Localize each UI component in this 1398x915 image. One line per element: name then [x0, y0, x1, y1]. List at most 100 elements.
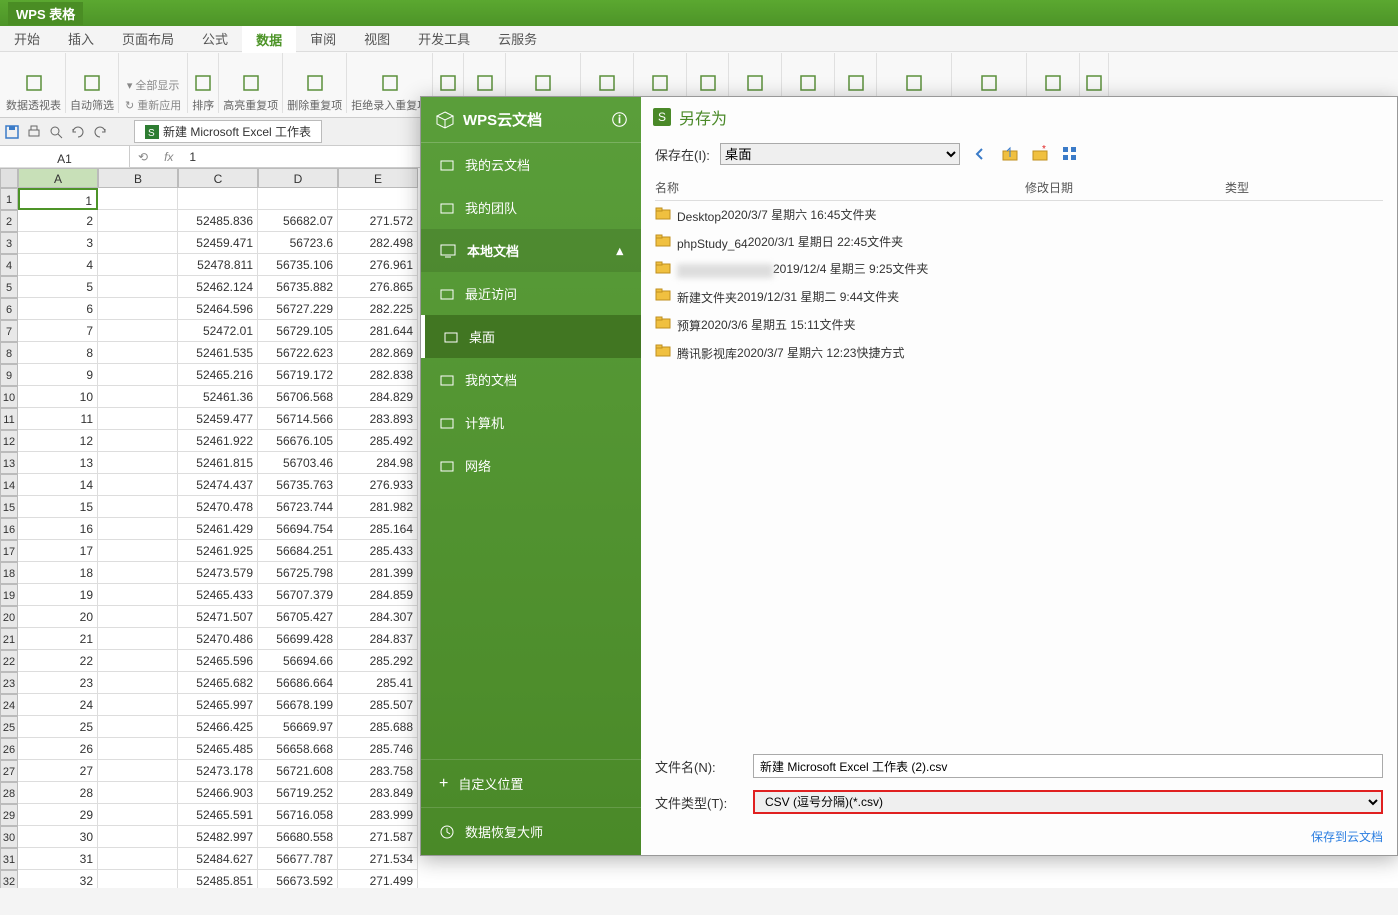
ribbon-left-0[interactable]: 数据透视表 [2, 53, 66, 113]
cell[interactable]: 3 [18, 232, 98, 254]
cell[interactable]: 21 [18, 628, 98, 650]
cell[interactable]: 52472.01 [178, 320, 258, 342]
file-list[interactable]: 名称 修改日期 类型 Desktop2020/3/7 星期六 16:45文件夹p… [641, 171, 1397, 744]
row-header[interactable]: 21 [0, 628, 18, 650]
cell[interactable] [98, 276, 178, 298]
cell[interactable]: 284.307 [338, 606, 418, 628]
cell[interactable]: 56721.608 [258, 760, 338, 782]
row-header[interactable]: 1 [0, 188, 18, 210]
cell[interactable]: 31 [18, 848, 98, 870]
cell[interactable] [98, 562, 178, 584]
cell[interactable] [98, 452, 178, 474]
cell[interactable]: 276.961 [338, 254, 418, 276]
cell[interactable]: 282.498 [338, 232, 418, 254]
file-row[interactable]: 腾讯影视库2020/3/7 星期六 12:23快捷方式 [655, 338, 1383, 366]
cell[interactable]: 285.41 [338, 672, 418, 694]
cell[interactable]: 52461.535 [178, 342, 258, 364]
cell[interactable] [98, 430, 178, 452]
name-box[interactable]: A1 [0, 146, 130, 168]
cell[interactable] [98, 210, 178, 232]
cell[interactable]: 22 [18, 650, 98, 672]
ribbon-2[interactable]: 删除重复项 [283, 53, 347, 113]
cell[interactable]: 276.933 [338, 474, 418, 496]
cell[interactable] [338, 188, 418, 210]
cell[interactable]: 52470.478 [178, 496, 258, 518]
row-header[interactable]: 3 [0, 232, 18, 254]
menu-tab-1[interactable]: 插入 [54, 25, 108, 52]
cell[interactable]: 9 [18, 364, 98, 386]
cell[interactable]: 24 [18, 694, 98, 716]
sidebar-network[interactable]: 网络 [421, 444, 641, 487]
row-header[interactable]: 2 [0, 210, 18, 232]
local-docs-section[interactable]: 本地文档 ▴ [421, 229, 641, 272]
save-in-select[interactable]: 桌面 [720, 143, 960, 165]
row-header[interactable]: 31 [0, 848, 18, 870]
cell[interactable] [98, 760, 178, 782]
filetype-select[interactable]: CSV (逗号分隔)(*.csv) [753, 790, 1383, 814]
sidebar-cloud[interactable]: 我的云文档 [421, 143, 641, 186]
row-header[interactable]: 13 [0, 452, 18, 474]
cell[interactable]: 284.837 [338, 628, 418, 650]
cell[interactable]: 29 [18, 804, 98, 826]
col-header-A[interactable]: A [18, 168, 98, 188]
cell[interactable] [98, 628, 178, 650]
row-header[interactable]: 12 [0, 430, 18, 452]
cell[interactable]: 281.399 [338, 562, 418, 584]
cell[interactable]: 56686.664 [258, 672, 338, 694]
file-row[interactable]: 预算2020/3/6 星期五 15:11文件夹 [655, 310, 1383, 338]
cell[interactable]: 285.492 [338, 430, 418, 452]
cell[interactable]: 56678.199 [258, 694, 338, 716]
cell[interactable]: 283.849 [338, 782, 418, 804]
cell[interactable]: 56694.754 [258, 518, 338, 540]
cell[interactable]: 32 [18, 870, 98, 888]
new-folder-icon[interactable]: * [1030, 144, 1050, 164]
cell[interactable]: 56706.568 [258, 386, 338, 408]
cell[interactable]: 285.746 [338, 738, 418, 760]
menu-tab-3[interactable]: 公式 [188, 25, 242, 52]
cell[interactable]: 14 [18, 474, 98, 496]
file-row[interactable]: 新建文件夹2019/12/31 星期二 9:44文件夹 [655, 282, 1383, 310]
custom-location-button[interactable]: + 自定义位置 [421, 759, 641, 807]
row-header[interactable]: 4 [0, 254, 18, 276]
menu-tab-2[interactable]: 页面布局 [108, 25, 188, 52]
cell[interactable] [98, 232, 178, 254]
cell[interactable] [98, 408, 178, 430]
cell[interactable] [98, 298, 178, 320]
menu-tab-0[interactable]: 开始 [0, 25, 54, 52]
help-icon[interactable]: ⓘ [612, 109, 627, 130]
cell[interactable]: 2 [18, 210, 98, 232]
menu-tab-4[interactable]: 数据 [242, 24, 296, 53]
row-header[interactable]: 22 [0, 650, 18, 672]
col-date[interactable]: 修改日期 [1025, 179, 1225, 196]
cell[interactable]: 276.865 [338, 276, 418, 298]
col-header-C[interactable]: C [178, 168, 258, 188]
cell[interactable]: 52461.922 [178, 430, 258, 452]
col-header-B[interactable]: B [98, 168, 178, 188]
row-header[interactable]: 19 [0, 584, 18, 606]
menu-tab-8[interactable]: 云服务 [484, 25, 551, 52]
cell[interactable]: 56676.105 [258, 430, 338, 452]
row-header[interactable]: 26 [0, 738, 18, 760]
cell[interactable] [98, 606, 178, 628]
save-to-cloud-link[interactable]: 保存到云文档 [641, 824, 1397, 855]
row-header[interactable]: 5 [0, 276, 18, 298]
cell[interactable]: 271.572 [338, 210, 418, 232]
file-row[interactable]: phpStudy_642020/3/1 星期日 22:45文件夹 [655, 228, 1383, 255]
cell[interactable]: 52461.36 [178, 386, 258, 408]
cell[interactable]: 56684.251 [258, 540, 338, 562]
preview-icon[interactable] [48, 124, 64, 140]
cell[interactable]: 11 [18, 408, 98, 430]
row-header[interactable]: 29 [0, 804, 18, 826]
cell[interactable]: 56669.97 [258, 716, 338, 738]
cell-grid[interactable]: 1252485.83656682.07271.572352459.4715672… [18, 188, 418, 888]
menu-tab-5[interactable]: 审阅 [296, 25, 350, 52]
cell[interactable]: 52466.903 [178, 782, 258, 804]
cell[interactable]: 15 [18, 496, 98, 518]
cell[interactable] [98, 474, 178, 496]
cell[interactable] [98, 364, 178, 386]
cell[interactable]: 52484.627 [178, 848, 258, 870]
cell[interactable]: 4 [18, 254, 98, 276]
cell[interactable]: 52485.851 [178, 870, 258, 888]
cell[interactable] [98, 738, 178, 760]
row-header[interactable]: 24 [0, 694, 18, 716]
